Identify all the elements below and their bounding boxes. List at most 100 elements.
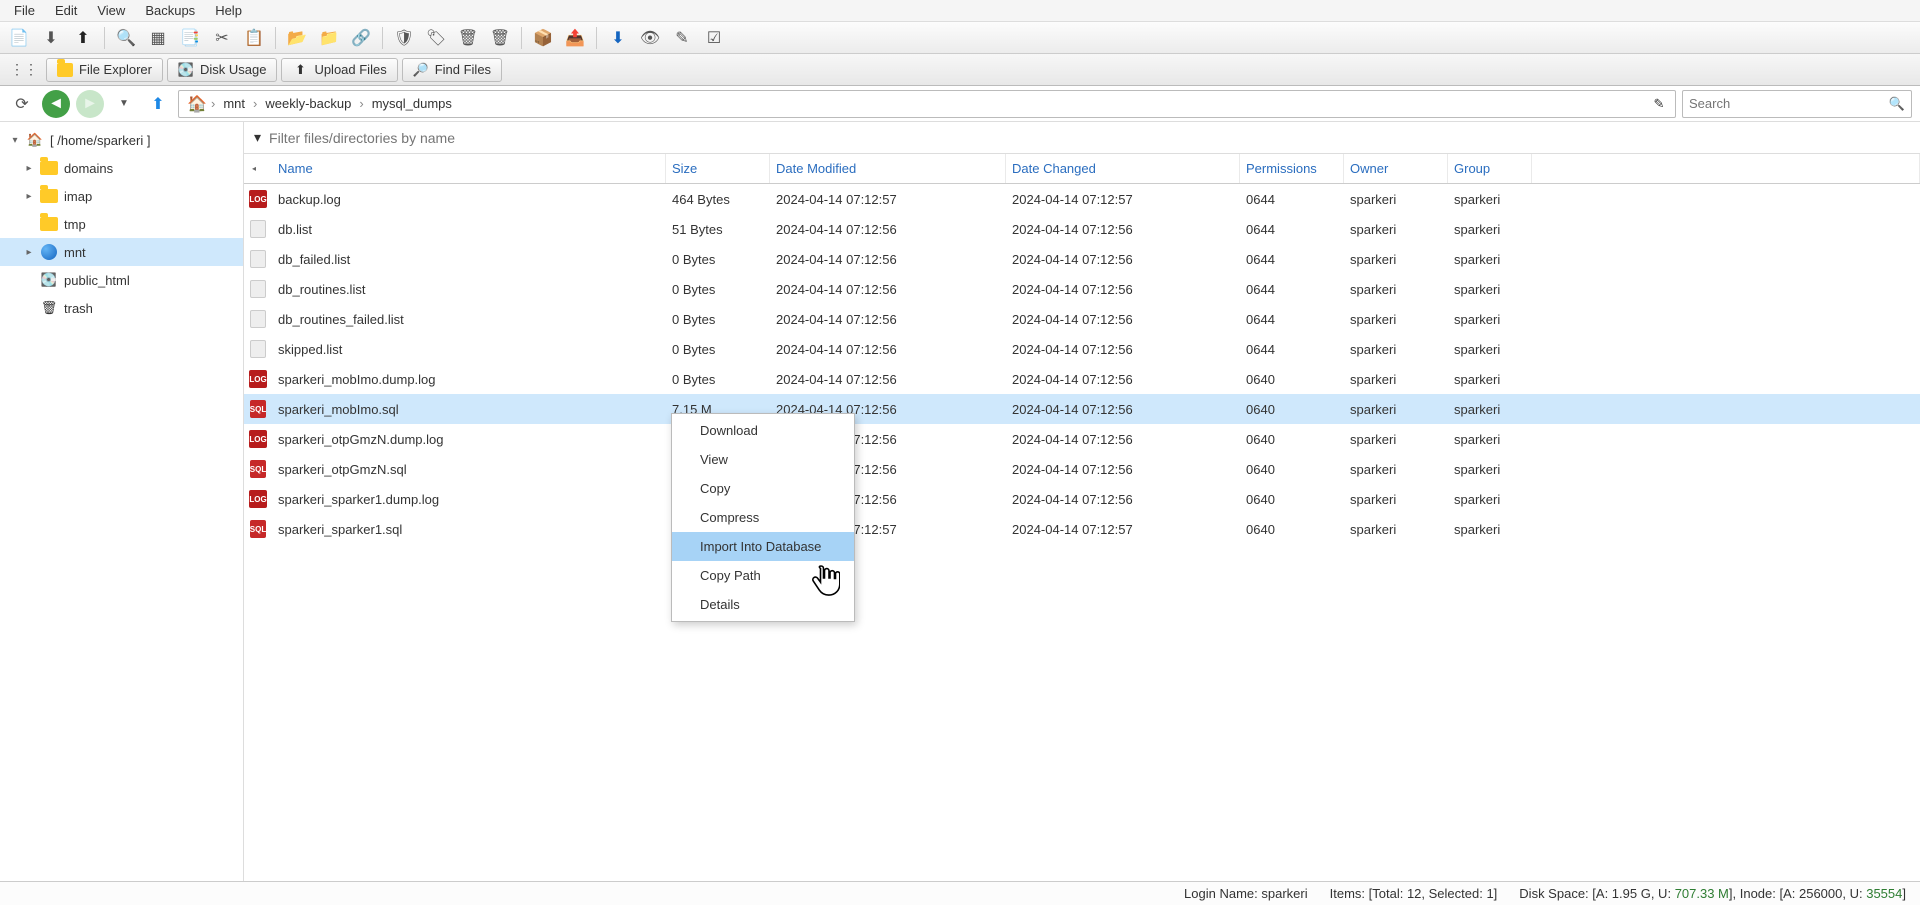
- table-row[interactable]: LOGsparkeri_sparker1.dump.log0 Bytes2024…: [244, 484, 1920, 514]
- tree-item-public_html[interactable]: 💽public_html: [0, 266, 243, 294]
- filter-input[interactable]: [269, 130, 1910, 146]
- table-row[interactable]: SQLsparkeri_otpGmzN.sql127.62 K2024-04-1…: [244, 454, 1920, 484]
- checklist-icon[interactable]: ☑: [703, 27, 725, 49]
- back-button[interactable]: ◄: [42, 90, 70, 118]
- table-row[interactable]: db_routines_failed.list0 Bytes2024-04-14…: [244, 304, 1920, 334]
- trash-icon[interactable]: 🗑: [489, 27, 511, 49]
- tree-root[interactable]: ▾ 🏠 [ /home/sparkeri ]: [0, 126, 243, 154]
- table-row[interactable]: skipped.list0 Bytes2024-04-14 07:12:5620…: [244, 334, 1920, 364]
- menu-view[interactable]: View: [87, 1, 135, 20]
- permissions-icon[interactable]: 🛡: [393, 27, 415, 49]
- ctx-view[interactable]: View: [672, 445, 854, 474]
- table-row[interactable]: LOGbackup.log464 Bytes2024-04-14 07:12:5…: [244, 184, 1920, 214]
- file-type-sql-icon: SQL: [244, 460, 272, 478]
- ctx-download[interactable]: Download: [672, 416, 854, 445]
- tree-item-imap[interactable]: ▸ imap: [0, 182, 243, 210]
- menu-help[interactable]: Help: [205, 1, 252, 20]
- table-row[interactable]: db_routines.list0 Bytes2024-04-14 07:12:…: [244, 274, 1920, 304]
- cut-icon[interactable]: ✂: [211, 27, 233, 49]
- rename-icon[interactable]: 🏷: [425, 27, 447, 49]
- forward-button[interactable]: ►: [76, 90, 104, 118]
- up-folder-icon[interactable]: ⬆: [144, 90, 172, 118]
- tree-item-label: imap: [62, 189, 92, 204]
- edit-path-icon[interactable]: ✎: [1647, 96, 1671, 112]
- cell-perm: 0644: [1240, 192, 1344, 207]
- expand-icon[interactable]: ▸: [22, 163, 36, 174]
- search-icon[interactable]: 🔍: [1889, 96, 1905, 112]
- cell-dc: 2024-04-14 07:12:56: [1006, 372, 1240, 387]
- menu-backups[interactable]: Backups: [135, 1, 205, 20]
- col-size[interactable]: Size: [666, 154, 770, 183]
- menu-file[interactable]: File: [4, 1, 45, 20]
- preview-icon[interactable]: 👁: [639, 27, 661, 49]
- file-table[interactable]: ◂ Name Size Date Modified Date Changed P…: [244, 154, 1920, 881]
- expand-icon[interactable]: ▸: [22, 247, 36, 258]
- col-name[interactable]: Name: [272, 154, 666, 183]
- cell-name: sparkeri_mobImo.dump.log: [272, 372, 666, 387]
- ctx-details[interactable]: Details: [672, 590, 854, 619]
- table-row[interactable]: SQLsparkeri_mobImo.sql7.15 M2024-04-14 0…: [244, 394, 1920, 424]
- copy-icon[interactable]: 📑: [179, 27, 201, 49]
- search-input[interactable]: [1689, 96, 1889, 111]
- cell-group: sparkeri: [1448, 282, 1532, 297]
- col-date-chg[interactable]: Date Changed: [1006, 154, 1240, 183]
- folder-move-icon[interactable]: 📁: [318, 27, 340, 49]
- table-row[interactable]: SQLsparkeri_sparker1.sql19.56 M2024-04-1…: [244, 514, 1920, 544]
- extract-icon[interactable]: 📤: [564, 27, 586, 49]
- ctx-copy[interactable]: Copy: [672, 474, 854, 503]
- status-login: Login Name: sparkeri: [1184, 886, 1308, 901]
- tab-label: Upload Files: [314, 62, 386, 77]
- main-toolbar: 📄 ⬇ ⬆ 🔍 ▦ 📑 ✂ 📋 📂 📁 🔗 🛡 🏷 🗑 🗑 📦 📤 ⬇ 👁 ✎ …: [0, 22, 1920, 54]
- collapse-icon[interactable]: ▾: [8, 135, 22, 146]
- ctx-copy-path[interactable]: Copy Path: [672, 561, 854, 590]
- home-icon[interactable]: 🏠: [183, 90, 211, 118]
- tree-item-label: mnt: [62, 245, 86, 260]
- download-icon[interactable]: ⬇: [40, 27, 62, 49]
- history-dropdown-icon[interactable]: ▼: [110, 90, 138, 118]
- folder-tree[interactable]: ▾ 🏠 [ /home/sparkeri ] ▸ domains ▸ imap tmp ▸…: [0, 122, 244, 881]
- menu-edit[interactable]: Edit: [45, 1, 87, 20]
- tree-item-domains[interactable]: ▸ domains: [0, 154, 243, 182]
- col-sort[interactable]: ◂: [244, 154, 272, 183]
- grip-icon[interactable]: ⋮⋮: [6, 58, 42, 81]
- expand-icon[interactable]: ▸: [22, 191, 36, 202]
- breadcrumb[interactable]: 🏠 › mnt › weekly-backup › mysql_dumps ✎: [178, 90, 1676, 118]
- ctx-compress[interactable]: Compress: [672, 503, 854, 532]
- paste-icon[interactable]: 📋: [243, 27, 265, 49]
- filter-icon[interactable]: ▾: [254, 129, 261, 146]
- tree-item-label: tmp: [62, 217, 86, 232]
- edit-icon[interactable]: ✎: [671, 27, 693, 49]
- download-arrow-icon[interactable]: ⬇: [607, 27, 629, 49]
- folder-open-icon[interactable]: 📂: [286, 27, 308, 49]
- crumb-weekly-backup[interactable]: weekly-backup: [257, 96, 359, 111]
- cell-name: db.list: [272, 222, 666, 237]
- search-icon[interactable]: 🔍: [115, 27, 137, 49]
- tree-item-mnt[interactable]: ▸ mnt: [0, 238, 243, 266]
- ctx-import-into-database[interactable]: Import Into Database: [672, 532, 854, 561]
- new-file-icon[interactable]: 📄: [8, 27, 30, 49]
- select-all-icon[interactable]: ▦: [147, 27, 169, 49]
- table-row[interactable]: db_failed.list0 Bytes2024-04-14 07:12:56…: [244, 244, 1920, 274]
- refresh-icon[interactable]: ⟳: [8, 90, 36, 118]
- tree-item-label: domains: [62, 161, 113, 176]
- crumb-mysql-dumps[interactable]: mysql_dumps: [364, 96, 460, 111]
- table-row[interactable]: LOGsparkeri_otpGmzN.dump.log0 Bytes2024-…: [244, 424, 1920, 454]
- col-permissions[interactable]: Permissions: [1240, 154, 1344, 183]
- tab-find-files[interactable]: 🔎 Find Files: [402, 58, 502, 82]
- tree-item-trash[interactable]: 🗑trash: [0, 294, 243, 322]
- crumb-mnt[interactable]: mnt: [215, 96, 253, 111]
- tab-disk-usage[interactable]: 💽 Disk Usage: [167, 58, 277, 82]
- compress-icon[interactable]: 📦: [532, 27, 554, 49]
- upload-icon[interactable]: ⬆: [72, 27, 94, 49]
- tab-upload-files[interactable]: ⬆ Upload Files: [281, 58, 397, 82]
- tab-file-explorer[interactable]: File Explorer: [46, 58, 163, 82]
- col-group[interactable]: Group: [1448, 154, 1532, 183]
- table-row[interactable]: LOGsparkeri_mobImo.dump.log0 Bytes2024-0…: [244, 364, 1920, 394]
- search-box[interactable]: 🔍: [1682, 90, 1912, 118]
- folder-link-icon[interactable]: 🔗: [350, 27, 372, 49]
- table-row[interactable]: db.list51 Bytes2024-04-14 07:12:562024-0…: [244, 214, 1920, 244]
- delete-file-icon[interactable]: 🗑: [457, 27, 479, 49]
- col-owner[interactable]: Owner: [1344, 154, 1448, 183]
- col-date-mod[interactable]: Date Modified: [770, 154, 1006, 183]
- tree-item-tmp[interactable]: tmp: [0, 210, 243, 238]
